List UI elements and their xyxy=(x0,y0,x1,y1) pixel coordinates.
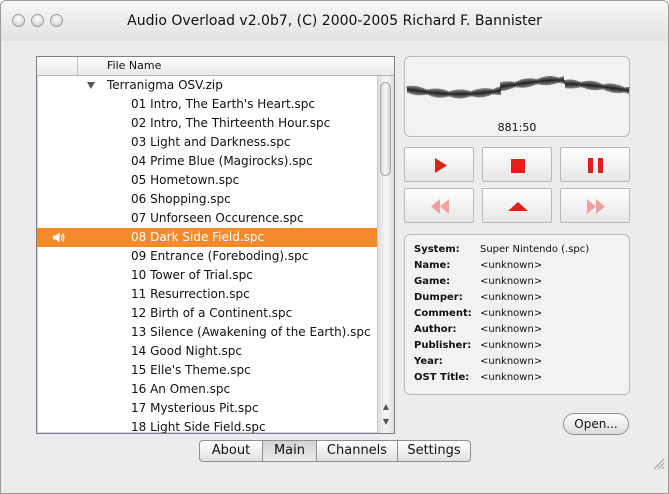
list-item[interactable]: 11 Resurrection.spc xyxy=(37,285,377,304)
folder-row[interactable]: Terranigma OSV.zip xyxy=(37,76,377,95)
eject-icon xyxy=(508,202,528,211)
eject-button[interactable] xyxy=(482,188,552,223)
play-icon xyxy=(435,158,447,173)
list-item-label: 14 Good Night.spc xyxy=(131,344,243,358)
list-item[interactable]: 02 Intro, The Thirteenth Hour.spc xyxy=(37,114,377,133)
list-item-label: 10 Tower of Trial.spc xyxy=(131,268,253,282)
list-item[interactable]: 06 Shopping.spc xyxy=(37,190,377,209)
rewind-icon xyxy=(431,199,449,214)
scrollbar-thumb[interactable] xyxy=(380,82,391,176)
tab-main[interactable]: Main xyxy=(263,441,317,461)
info-label: Author: xyxy=(414,324,457,335)
info-label: Publisher: xyxy=(414,340,472,351)
list-item-label: 15 Elle's Theme.spc xyxy=(131,363,251,377)
title-bar[interactable]: Audio Overload v2.0b7, (C) 2000-2005 Ric… xyxy=(1,1,668,41)
list-item-label: 08 Dark Side Field.spc xyxy=(131,230,265,244)
window-title: Audio Overload v2.0b7, (C) 2000-2005 Ric… xyxy=(127,13,542,29)
list-item-label: 02 Intro, The Thirteenth Hour.spc xyxy=(131,116,331,130)
info-label: System: xyxy=(414,244,460,255)
info-label: Dumper: xyxy=(414,292,463,303)
track-info-panel: System: Super Nintendo (.spc) Name: <unk… xyxy=(404,234,630,395)
list-item-label: 01 Intro, The Earth's Heart.spc xyxy=(131,97,315,111)
tab-settings[interactable]: Settings xyxy=(398,441,470,461)
info-label: OST Title: xyxy=(414,372,470,383)
list-item-label: 05 Hometown.spc xyxy=(131,173,240,187)
list-item[interactable]: 03 Light and Darkness.spc xyxy=(37,133,377,152)
list-item[interactable]: 18 Light Side Field.spc xyxy=(37,418,377,434)
file-list[interactable]: File Name Terranigma OSV.zip 01 Intro, T… xyxy=(36,56,395,434)
open-button[interactable]: Open... xyxy=(563,413,629,435)
tab-about[interactable]: About xyxy=(200,441,263,461)
info-label: Game: xyxy=(414,276,451,287)
list-item[interactable]: 05 Hometown.spc xyxy=(37,171,377,190)
file-list-header[interactable]: File Name xyxy=(37,57,394,76)
rewind-button[interactable] xyxy=(404,188,474,223)
fast-forward-icon xyxy=(587,199,605,214)
fast-forward-button[interactable] xyxy=(560,188,630,223)
info-value: <unknown> xyxy=(480,324,543,335)
info-value: <unknown> xyxy=(480,276,543,287)
pause-button[interactable] xyxy=(560,147,630,182)
list-item-label: 07 Unforseen Occurence.spc xyxy=(131,211,304,225)
info-value: Super Nintendo (.spc) xyxy=(480,244,590,255)
list-item[interactable]: 15 Elle's Theme.spc xyxy=(37,361,377,380)
list-item-label: 16 An Omen.spc xyxy=(131,382,231,396)
list-item[interactable]: 14 Good Night.spc xyxy=(37,342,377,361)
info-value: <unknown> xyxy=(480,340,543,351)
folder-name: Terranigma OSV.zip xyxy=(107,78,223,92)
info-value: <unknown> xyxy=(480,308,543,319)
tab-bar: About Main Channels Settings xyxy=(199,440,471,462)
speaker-icon xyxy=(53,232,65,243)
pause-icon xyxy=(588,158,603,173)
play-button[interactable] xyxy=(404,147,474,182)
list-item-label: 04 Prime Blue (Magirocks).spc xyxy=(131,154,313,168)
info-value: <unknown> xyxy=(480,292,543,303)
info-label: Comment: xyxy=(414,308,472,319)
list-item[interactable]: 10 Tower of Trial.spc xyxy=(37,266,377,285)
info-value: <unknown> xyxy=(480,356,543,367)
scroll-up-arrow-icon[interactable]: ▲ xyxy=(381,402,391,414)
list-item-label: 18 Light Side Field.spc xyxy=(131,420,266,434)
list-item[interactable]: 04 Prime Blue (Magirocks).spc xyxy=(37,152,377,171)
list-item[interactable]: 17 Mysterious Pit.spc xyxy=(37,399,377,418)
list-item-label: 03 Light and Darkness.spc xyxy=(131,135,291,149)
resize-grip-icon[interactable] xyxy=(651,456,665,470)
list-item-label: 09 Entrance (Foreboding).spc xyxy=(131,249,309,263)
list-item-label: 11 Resurrection.spc xyxy=(131,287,250,301)
list-item[interactable]: 07 Unforseen Occurence.spc xyxy=(37,209,377,228)
waveform-graph xyxy=(406,76,630,99)
scroll-down-arrow-icon[interactable]: ▼ xyxy=(381,417,391,429)
list-item-selected[interactable]: 08 Dark Side Field.spc xyxy=(37,228,377,247)
info-label: Year: xyxy=(414,356,443,367)
stop-icon xyxy=(511,159,525,173)
stop-button[interactable] xyxy=(482,147,552,182)
column-header-file-name[interactable]: File Name xyxy=(107,59,161,72)
info-value: <unknown> xyxy=(480,260,543,271)
list-item[interactable]: 16 An Omen.spc xyxy=(37,380,377,399)
column-separator xyxy=(77,57,78,75)
list-item-label: 13 Silence (Awakening of the Earth).spc xyxy=(131,325,371,339)
list-item-label: 06 Shopping.spc xyxy=(131,192,231,206)
info-label: Name: xyxy=(414,260,451,271)
time-readout: 881:50 xyxy=(497,121,537,134)
tab-channels[interactable]: Channels xyxy=(317,441,398,461)
info-value: <unknown> xyxy=(480,372,543,383)
disclosure-triangle-icon[interactable] xyxy=(87,82,95,89)
list-item[interactable]: 09 Entrance (Foreboding).spc xyxy=(37,247,377,266)
list-item[interactable]: 12 Birth of a Continent.spc xyxy=(37,304,377,323)
vertical-scrollbar[interactable]: ▲ ▼ xyxy=(377,76,394,433)
list-item-label: 17 Mysterious Pit.spc xyxy=(131,401,259,415)
app-window: Audio Overload v2.0b7, (C) 2000-2005 Ric… xyxy=(0,0,669,494)
list-item-label: 12 Birth of a Continent.spc xyxy=(131,306,293,320)
list-item[interactable]: 01 Intro, The Earth's Heart.spc xyxy=(37,95,377,114)
list-item[interactable]: 13 Silence (Awakening of the Earth).spc xyxy=(37,323,377,342)
waveform-display: 881:50 xyxy=(404,56,630,137)
